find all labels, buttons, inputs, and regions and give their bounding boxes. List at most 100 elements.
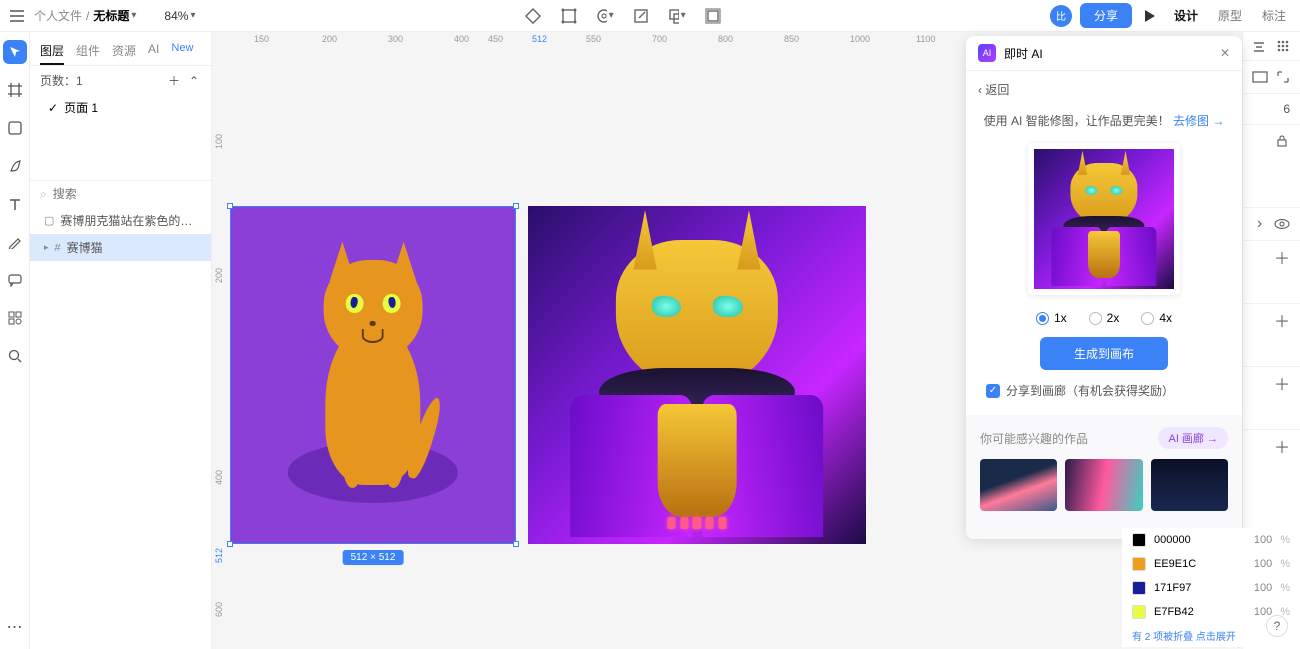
play-icon[interactable] xyxy=(1140,9,1160,23)
image-cyberpunk-cat[interactable] xyxy=(528,206,866,544)
color-swatch xyxy=(1132,605,1146,619)
scale-1x[interactable]: 1x xyxy=(1036,311,1067,325)
scale-2x[interactable]: 2x xyxy=(1089,311,1120,325)
cat-ear xyxy=(391,242,417,282)
page-item-1[interactable]: ✓ 页面 1 xyxy=(30,95,211,120)
checkbox-icon: ✓ xyxy=(986,384,1000,398)
add-icon[interactable]: ＋ xyxy=(1274,438,1290,454)
expand-caret-icon[interactable]: ▸ xyxy=(44,242,49,253)
ai-preview-image xyxy=(1034,149,1174,289)
cyber-cat-head xyxy=(616,240,778,389)
text-tool-icon[interactable] xyxy=(3,192,27,216)
frame-tool-icon[interactable] xyxy=(704,7,722,25)
boolean-icon[interactable]: ▾ xyxy=(668,7,686,25)
hamburger-icon[interactable] xyxy=(8,7,26,25)
layer-label: 赛博朋克猫站在紫色的迷雾中... xyxy=(60,212,197,229)
layer-label: 赛博猫 xyxy=(67,239,103,256)
close-icon[interactable]: ✕ xyxy=(1220,46,1230,60)
comment-icon[interactable] xyxy=(3,268,27,292)
tab-annotate[interactable]: 标注 xyxy=(1256,3,1292,28)
ai-thumb[interactable] xyxy=(1065,459,1142,511)
breadcrumb-sep: / xyxy=(86,9,89,23)
add-page-icon[interactable]: ＋ xyxy=(167,74,181,88)
chevron-icon[interactable]: › xyxy=(1253,216,1266,232)
ai-thumb[interactable] xyxy=(980,459,1057,511)
ruler-tick: 512 xyxy=(214,548,224,563)
chevron-down-icon[interactable]: ▾ xyxy=(131,10,136,21)
layer-item-2[interactable]: ▸ # 赛博猫 xyxy=(30,234,211,261)
add-icon[interactable]: ＋ xyxy=(1274,249,1290,265)
ai-thumbs xyxy=(980,459,1228,511)
add-icon[interactable]: ＋ xyxy=(1274,375,1290,391)
frame-icon[interactable] xyxy=(3,78,27,102)
frame-icon: # xyxy=(55,242,61,254)
circle-tool-icon[interactable]: ▾ xyxy=(596,7,614,25)
color-row[interactable]: 171F97100% xyxy=(1122,576,1300,600)
page-name: 页面 1 xyxy=(64,99,98,116)
tab-prototype[interactable]: 原型 xyxy=(1212,3,1248,28)
user-avatar[interactable]: 比 xyxy=(1050,5,1072,27)
diamond-icon[interactable] xyxy=(524,7,542,25)
grid-icon[interactable] xyxy=(1276,38,1290,54)
edit-icon[interactable] xyxy=(632,7,650,25)
ai-thumb[interactable] xyxy=(1151,459,1228,511)
document-title[interactable]: 无标题 xyxy=(93,7,129,24)
radio-icon xyxy=(1089,312,1102,325)
cat-nose xyxy=(370,321,376,326)
cat-head xyxy=(324,260,423,360)
color-opacity: 100 xyxy=(1254,558,1272,570)
ai-tip-link[interactable]: 去修图 → xyxy=(1173,114,1224,128)
color-opacity: 100 xyxy=(1254,582,1272,594)
scale-4x[interactable]: 4x xyxy=(1141,311,1172,325)
tab-new-badge[interactable]: New xyxy=(171,38,193,65)
share-gallery-checkbox[interactable]: ✓ 分享到画廊（有机会获得奖励） xyxy=(966,382,1242,415)
rect-icon[interactable] xyxy=(1252,69,1268,85)
pen-tool-icon[interactable] xyxy=(3,154,27,178)
move-tool-icon[interactable] xyxy=(3,40,27,64)
ruler-tick: 550 xyxy=(586,34,601,44)
frame-cybercat-cartoon[interactable]: 512 × 512 xyxy=(230,206,516,544)
ai-interest-label: 你可能感兴趣的作品 xyxy=(980,430,1088,447)
color-hex: EE9E1C xyxy=(1154,558,1246,570)
collapse-pages-icon[interactable]: ⌃ xyxy=(187,74,201,88)
lock-icon[interactable] xyxy=(1274,133,1290,149)
ai-back-button[interactable]: ‹ 返回 xyxy=(966,71,1242,108)
tab-layers[interactable]: 图层 xyxy=(40,38,64,65)
ruler-tick: 200 xyxy=(214,268,224,283)
crop-icon[interactable] xyxy=(560,7,578,25)
ruler-tick: 150 xyxy=(254,34,269,44)
tab-assets[interactable]: 资源 xyxy=(112,38,136,65)
color-swatch xyxy=(1132,533,1146,547)
cat-eye xyxy=(383,294,401,314)
ai-panel-title: 即时 AI xyxy=(1004,45,1043,62)
layer-search-input[interactable] xyxy=(53,187,208,201)
tab-ai[interactable]: AI xyxy=(148,38,159,65)
ruler-tick: 700 xyxy=(652,34,667,44)
color-row[interactable]: EE9E1C100% xyxy=(1122,552,1300,576)
ai-gallery-pill[interactable]: AI 画廊 → xyxy=(1158,427,1228,449)
tab-components[interactable]: 组件 xyxy=(76,38,100,65)
eye-icon[interactable] xyxy=(1274,216,1290,232)
layer-item-1[interactable]: ▢ 赛博朋克猫站在紫色的迷雾中... xyxy=(30,207,211,234)
color-row[interactable]: 000000100% xyxy=(1122,528,1300,552)
align-icon[interactable] xyxy=(1252,38,1266,54)
tab-design[interactable]: 设计 xyxy=(1168,3,1204,28)
ai-tip: 使用 AI 智能修图，让作品更完美！ 去修图 → xyxy=(966,108,1242,137)
search-icon[interactable] xyxy=(3,344,27,368)
pencil-icon[interactable] xyxy=(3,230,27,254)
left-toolrail: ⋯ xyxy=(0,32,30,649)
add-icon[interactable]: ＋ xyxy=(1274,312,1290,328)
color-swatch xyxy=(1132,581,1146,595)
zoom-level[interactable]: 84% xyxy=(164,9,188,23)
plugin-icon[interactable] xyxy=(3,306,27,330)
ruler-tick: 600 xyxy=(214,602,224,617)
expand-icon[interactable] xyxy=(1276,69,1290,85)
share-button[interactable]: 分享 xyxy=(1080,3,1132,28)
ruler-tick: 400 xyxy=(454,34,469,44)
ai-panel-header: AI 即时 AI ✕ xyxy=(966,36,1242,71)
breadcrumb-parent[interactable]: 个人文件 xyxy=(34,7,82,24)
generate-button[interactable]: 生成到画布 xyxy=(1040,337,1168,370)
shape-icon[interactable] xyxy=(3,116,27,140)
more-icon[interactable]: ⋯ xyxy=(3,615,27,639)
help-icon[interactable]: ? xyxy=(1266,615,1288,637)
